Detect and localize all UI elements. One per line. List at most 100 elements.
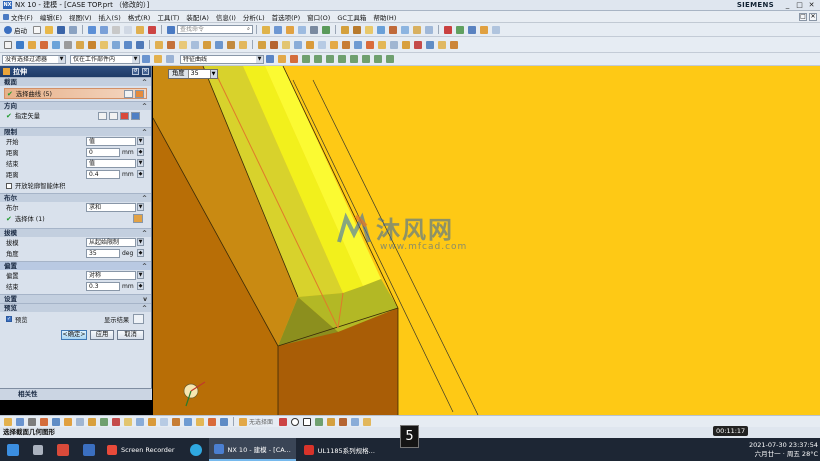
spinner-icon[interactable]: ◆ xyxy=(137,282,144,290)
draft-header[interactable]: 拔模 ^ xyxy=(0,228,151,237)
orient-icon[interactable] xyxy=(40,417,48,426)
chevron-down-icon[interactable]: ▼ xyxy=(209,70,217,78)
dialog-reset-button[interactable]: ↺ xyxy=(132,68,139,75)
boss-icon[interactable] xyxy=(377,25,385,34)
groove-icon[interactable] xyxy=(425,25,433,34)
measure-icon[interactable] xyxy=(444,25,452,34)
offset-face-icon[interactable] xyxy=(227,40,235,49)
end-select[interactable]: 值 xyxy=(86,159,136,168)
vector-type-icon[interactable] xyxy=(120,112,129,120)
trim-body-icon[interactable] xyxy=(179,40,187,49)
menu-analysis[interactable]: 分析(L) xyxy=(243,12,265,22)
undo-icon[interactable] xyxy=(88,25,96,34)
snap-point-icon[interactable] xyxy=(4,417,12,426)
taskbar-nx[interactable]: NX 10 - 建模 - [CA... xyxy=(208,438,296,461)
slot-icon[interactable] xyxy=(413,25,421,34)
datum-plane-icon[interactable] xyxy=(16,40,24,49)
redo-icon[interactable] xyxy=(100,25,108,34)
ellipse-icon[interactable] xyxy=(196,417,204,426)
taskbar-screen-recorder[interactable]: Screen Recorder xyxy=(102,438,180,461)
sketch-section-icon[interactable] xyxy=(124,90,133,98)
show-result-icon[interactable] xyxy=(133,314,144,324)
rect-tool-icon[interactable] xyxy=(303,417,312,426)
endpoint-snap-icon[interactable] xyxy=(302,55,310,63)
angle-input[interactable]: 35 xyxy=(86,249,120,258)
mirror-icon[interactable] xyxy=(215,40,223,49)
type-filter-select[interactable]: 没有选择过滤器 ▼ xyxy=(2,54,66,64)
chevron-down-icon[interactable]: ▼ xyxy=(137,203,144,211)
pattern-icon[interactable] xyxy=(203,40,211,49)
datum-csys-icon[interactable] xyxy=(40,40,48,49)
scope-select[interactable]: 仅在工作部件内 ▼ xyxy=(70,54,140,64)
line-icon[interactable] xyxy=(52,417,60,426)
quadrant-snap-icon[interactable] xyxy=(362,55,370,63)
circle-icon[interactable] xyxy=(76,417,84,426)
doc-close-button[interactable]: ✕ xyxy=(809,13,817,21)
limits-header[interactable]: 限制 ^ xyxy=(0,127,151,136)
block-icon[interactable] xyxy=(64,40,72,49)
polygon-icon[interactable] xyxy=(184,417,192,426)
body-icon[interactable] xyxy=(133,214,143,223)
cut-icon[interactable] xyxy=(112,25,120,34)
chain-icon[interactable] xyxy=(290,55,298,63)
offset-curve-icon[interactable] xyxy=(136,417,144,426)
section-view-icon[interactable] xyxy=(468,25,476,34)
patch-icon[interactable] xyxy=(390,40,398,49)
preview-header[interactable]: 预览 ^ xyxy=(0,303,151,312)
onscreen-angle-value[interactable]: 35 xyxy=(187,70,210,78)
analysis-icon[interactable] xyxy=(456,25,464,34)
reverse-direction-icon[interactable] xyxy=(109,112,118,120)
zoom-icon[interactable] xyxy=(310,25,318,34)
through-curves-icon[interactable] xyxy=(342,40,350,49)
open-profile-checkbox[interactable] xyxy=(6,182,12,189)
curve-icon[interactable] xyxy=(135,90,144,98)
vector-dialog-icon[interactable] xyxy=(98,112,107,120)
open-profile-row[interactable]: 开放轮廓智能体积 xyxy=(0,180,151,191)
sync-modeling-icon[interactable] xyxy=(294,40,302,49)
ok-button[interactable]: <确定> xyxy=(61,330,87,340)
point-on-curve-snap-icon[interactable] xyxy=(386,55,394,63)
arc-center-snap-icon[interactable] xyxy=(350,55,358,63)
edge-blend-icon[interactable] xyxy=(480,25,488,34)
derived-curve-icon[interactable] xyxy=(339,417,348,426)
unite-icon[interactable] xyxy=(112,40,120,49)
task-view-icon[interactable] xyxy=(33,444,43,455)
menu-file[interactable]: 文件(F) xyxy=(3,12,33,22)
point-set-icon[interactable] xyxy=(327,417,336,426)
spinner-icon[interactable]: ◆ xyxy=(137,170,144,178)
menu-assembly[interactable]: 装配(A) xyxy=(186,12,209,22)
replace-face-icon[interactable] xyxy=(270,40,278,49)
cone-icon[interactable] xyxy=(88,40,96,49)
paste-icon[interactable] xyxy=(136,25,144,34)
hole-icon[interactable] xyxy=(365,25,373,34)
windows-start-icon[interactable] xyxy=(7,443,19,456)
subtract-icon[interactable] xyxy=(124,40,132,49)
menu-info[interactable]: 信息(I) xyxy=(216,12,236,22)
boolean-header[interactable]: 布尔 ^ xyxy=(0,193,151,202)
delete-icon[interactable] xyxy=(148,25,156,34)
intersection-snap-icon[interactable] xyxy=(338,55,346,63)
graphics-window[interactable]: 沐风网 www.mfcad.com xyxy=(153,66,820,415)
revolve-icon[interactable] xyxy=(353,25,361,34)
apply-button[interactable]: 应用 xyxy=(90,330,114,340)
thicken-icon[interactable] xyxy=(239,40,247,49)
extract-geometry-icon[interactable] xyxy=(426,40,434,49)
curve-tool-icon[interactable] xyxy=(279,417,288,426)
open-folder-icon[interactable] xyxy=(45,25,53,34)
chevron-down-icon[interactable]: ▼ xyxy=(137,159,144,167)
trim-icon[interactable] xyxy=(112,417,120,426)
menu-tools[interactable]: 工具(T) xyxy=(157,12,179,22)
pan-icon[interactable] xyxy=(28,417,36,426)
copy-icon[interactable] xyxy=(124,25,132,34)
taskbar-pdf[interactable]: UL1185系列规格... xyxy=(299,438,380,461)
command-search-input[interactable]: 查找命令 ⌕ xyxy=(177,25,253,34)
datum-axis-icon[interactable] xyxy=(28,40,36,49)
stop-at-intersection-icon[interactable] xyxy=(266,55,274,63)
search-icon[interactable]: ⌕ xyxy=(245,26,252,33)
taskbar-app-icon[interactable] xyxy=(57,443,69,456)
delete-face-icon[interactable] xyxy=(282,40,290,49)
bounded-plane-icon[interactable] xyxy=(378,40,386,49)
control-point-snap-icon[interactable] xyxy=(326,55,334,63)
wave-link-icon[interactable] xyxy=(438,40,446,49)
layer-icon[interactable] xyxy=(262,25,270,34)
